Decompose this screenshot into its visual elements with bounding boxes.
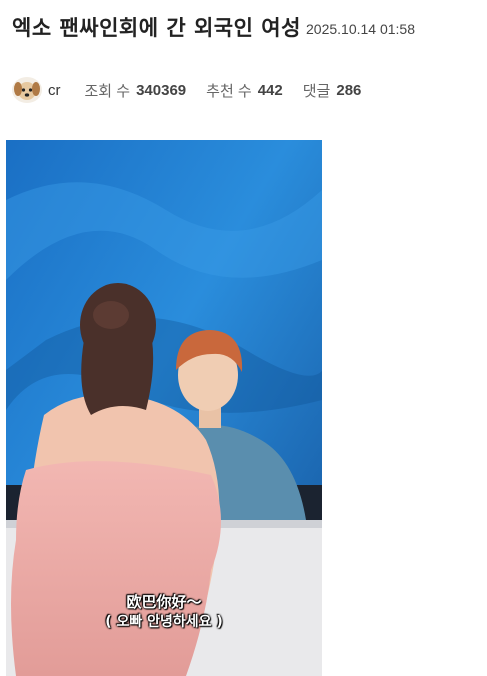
post-media-image[interactable]: 欧巴你好～ ( 오빠 안녕하세요 ) xyxy=(6,140,322,676)
subtitle-line-2: ( 오빠 안녕하세요 ) xyxy=(105,614,223,630)
views-label: 조회 수 xyxy=(84,82,131,100)
comments-count[interactable]: 286 xyxy=(336,82,361,99)
views-count: 340369 xyxy=(136,81,187,99)
comments-label[interactable]: 댓글 xyxy=(303,80,331,101)
likes-count: 442 xyxy=(257,81,283,99)
subtitle-line-1: 欧巴你好～ xyxy=(126,593,202,611)
likes-label: 추천 수 xyxy=(206,82,252,100)
post-date: 2025.10.14 01:58 xyxy=(306,21,415,37)
puppy-avatar-icon[interactable] xyxy=(12,77,42,103)
author-name[interactable]: cr xyxy=(48,82,61,99)
post-title: 엑소 팬싸인회에 간 외국인 여성 xyxy=(12,16,301,40)
post-meta: cr 조회 수 340369 추천 수 442 댓글 286 xyxy=(12,76,361,104)
